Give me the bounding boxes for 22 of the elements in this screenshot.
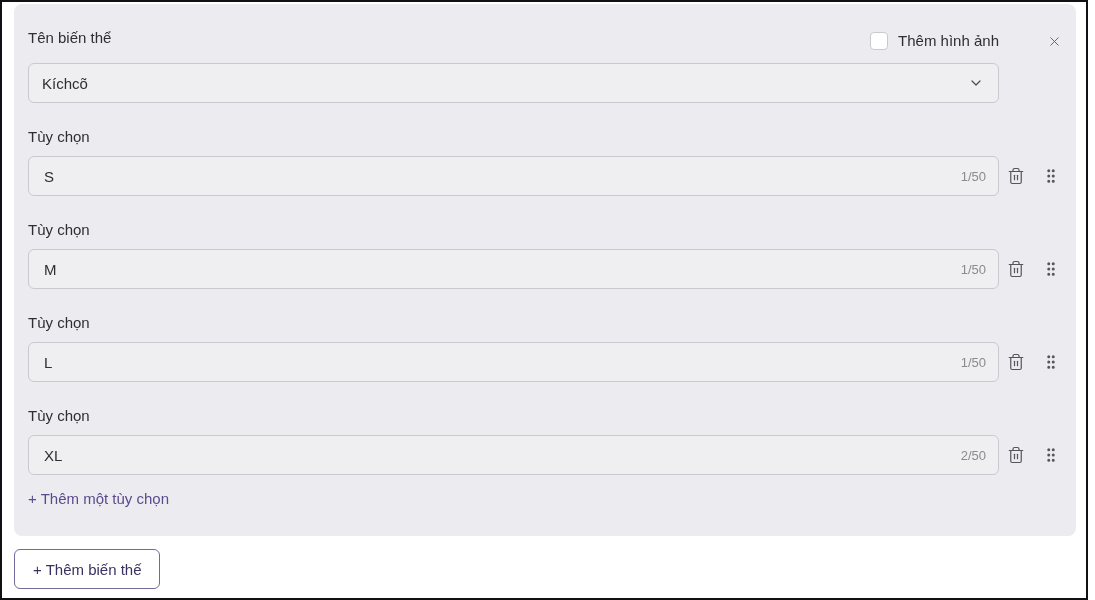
trash-icon: [1007, 446, 1025, 464]
variant-type-select[interactable]: Kíchcõ: [28, 63, 999, 103]
add-option-link[interactable]: + Thêm một tùy chọn: [28, 489, 170, 509]
character-counter: 2/50: [960, 447, 986, 463]
trash-icon: [1007, 260, 1025, 278]
delete-button[interactable]: [1007, 260, 1025, 278]
trash-icon: [1007, 353, 1025, 371]
delete-button[interactable]: [1007, 167, 1025, 185]
option-label: Tùy chọn: [28, 220, 90, 240]
delete-button[interactable]: [1007, 353, 1025, 371]
option-label: Tùy chọn: [28, 313, 90, 333]
add-variant-button[interactable]: + Thêm biến thế: [14, 549, 160, 589]
trash-icon: [1007, 167, 1025, 185]
option-label: Tùy chọn: [28, 127, 90, 147]
character-counter: 1/50: [960, 354, 986, 370]
character-counter: 1/50: [960, 168, 986, 184]
option-label: Tùy chọn: [28, 406, 90, 426]
character-counter: 1/50: [960, 261, 986, 277]
add-image-checkbox[interactable]: [870, 32, 889, 50]
variant-name-label: Tên biến thể: [28, 28, 112, 48]
delete-button[interactable]: [1007, 446, 1025, 464]
add-image-label: Thêm hình ảnh: [898, 31, 999, 51]
